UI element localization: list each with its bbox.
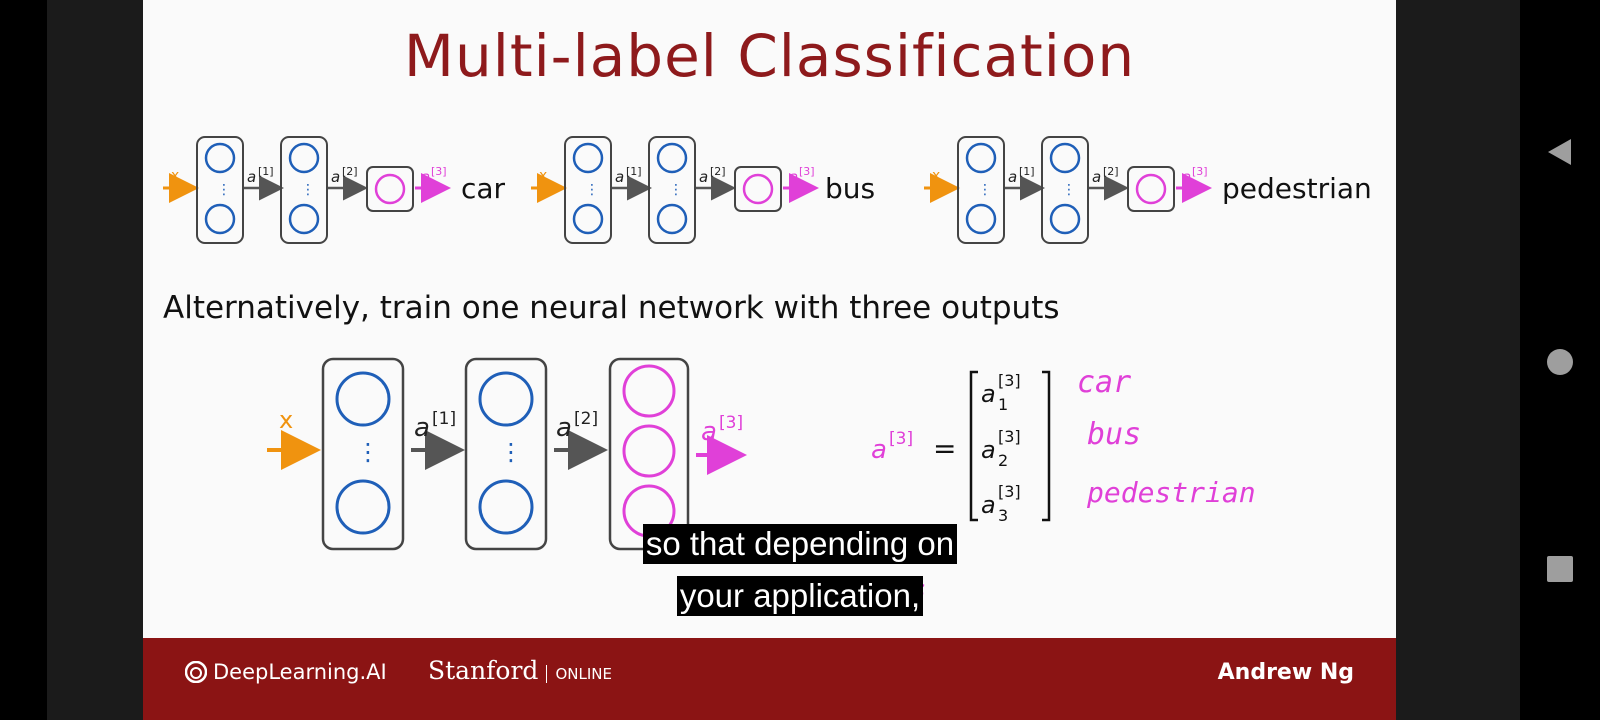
svg-text:⋮: ⋮ <box>301 182 315 198</box>
subtitle-line-1: so that depending on <box>642 524 958 564</box>
svg-text:[3]: [3] <box>998 371 1021 390</box>
a3-sup: [3] <box>799 165 815 178</box>
output-label-car: car <box>461 172 506 205</box>
a2-label: a <box>1092 168 1101 186</box>
combined-network: x ⋮ a [1] ⋮ a [2] a [3] <box>267 357 747 551</box>
input-x-label: x <box>932 168 940 184</box>
svg-text:1: 1 <box>998 395 1008 414</box>
combined-a1-sup: [1] <box>432 409 456 429</box>
a2-label: a <box>699 168 708 186</box>
back-icon[interactable] <box>1545 137 1575 171</box>
svg-text:⋮: ⋮ <box>217 182 231 198</box>
combined-input-x: x <box>279 406 293 434</box>
vector-lhs: a <box>871 435 887 465</box>
output-label-bus: bus <box>825 172 875 205</box>
input-x-label: x <box>171 168 179 184</box>
svg-text:⋮: ⋮ <box>499 438 523 466</box>
subtitle-line-2: your application, <box>676 576 924 616</box>
a2-sup: [2] <box>1103 165 1119 178</box>
deeplearning-text: DeepLearning.AI <box>213 660 387 684</box>
combined-a2: a <box>556 413 572 443</box>
svg-text:⋮: ⋮ <box>978 182 992 198</box>
output-vector-equation: a [3] = a [3] 1 a [3] 2 a [3] 3 car bus … <box>871 365 1256 605</box>
small-network-pedestrian: x ⋮ a [1] ⋮ a [2] a [3] pedestrian <box>924 136 1372 244</box>
combined-a3: a <box>701 417 717 447</box>
a3-label: a <box>421 168 430 186</box>
equals-sign: = <box>933 432 956 465</box>
combined-a2-sup: [2] <box>574 409 598 429</box>
handwritten-pedestrian: pedestrian <box>1086 476 1256 509</box>
slide-footer: DeepLearning.AI Stanford ONLINE Andrew N… <box>143 638 1396 720</box>
stanford-text: Stanford <box>428 656 539 685</box>
a3-sup: [3] <box>431 165 447 178</box>
vector-entry-3: a <box>981 491 996 519</box>
a2-sup: [2] <box>342 165 358 178</box>
output-label-pedestrian: pedestrian <box>1222 172 1372 205</box>
svg-text:[3]: [3] <box>998 427 1021 446</box>
a3-label: a <box>1182 168 1191 186</box>
a1-label: a <box>615 168 624 186</box>
a1-sup: [1] <box>258 165 274 178</box>
author-name: Andrew Ng <box>1217 660 1354 685</box>
a3-label: a <box>789 168 798 186</box>
input-x-label: x <box>539 168 547 184</box>
svg-text:⋮: ⋮ <box>585 182 599 198</box>
online-text: ONLINE <box>546 665 612 683</box>
svg-text:[3]: [3] <box>998 482 1021 501</box>
vector-entry-1: a <box>981 380 996 408</box>
subtitle-line-2-wrap: your application, <box>0 576 1600 616</box>
handwritten-bus: bus <box>1087 417 1141 452</box>
vector-entry-2: a <box>981 436 996 464</box>
deeplearning-logo: DeepLearning.AI <box>185 660 387 684</box>
recents-icon[interactable] <box>1545 554 1575 588</box>
combined-a3-sup: [3] <box>719 413 743 433</box>
handwritten-car: car <box>1077 365 1131 400</box>
alternative-statement: Alternatively, train one neural network … <box>163 290 1060 326</box>
svg-text:3: 3 <box>998 506 1008 525</box>
deeplearning-icon <box>185 661 207 683</box>
vector-lhs-sup: [3] <box>889 429 913 449</box>
combined-a1: a <box>414 413 430 443</box>
a1-sup: [1] <box>626 165 642 178</box>
svg-text:2: 2 <box>998 451 1008 470</box>
svg-text:⋮: ⋮ <box>356 438 380 466</box>
subtitle-line-1-wrap: so that depending on <box>0 524 1600 564</box>
small-network-bus: x ⋮ a [1] ⋮ a [2] a [3] bus <box>531 136 875 244</box>
stanford-online-logo: Stanford ONLINE <box>428 656 612 685</box>
a2-label: a <box>331 168 340 186</box>
output-layer-box <box>366 166 414 212</box>
small-network-car: x ⋮ a [1] ⋮ a [2] a [3] car <box>163 136 506 244</box>
a1-label: a <box>247 168 256 186</box>
home-icon[interactable] <box>1545 347 1575 381</box>
a1-label: a <box>1008 168 1017 186</box>
a2-sup: [2] <box>710 165 726 178</box>
svg-text:⋮: ⋮ <box>669 182 683 198</box>
svg-text:⋮: ⋮ <box>1062 182 1076 198</box>
a1-sup: [1] <box>1019 165 1035 178</box>
a3-sup: [3] <box>1192 165 1208 178</box>
